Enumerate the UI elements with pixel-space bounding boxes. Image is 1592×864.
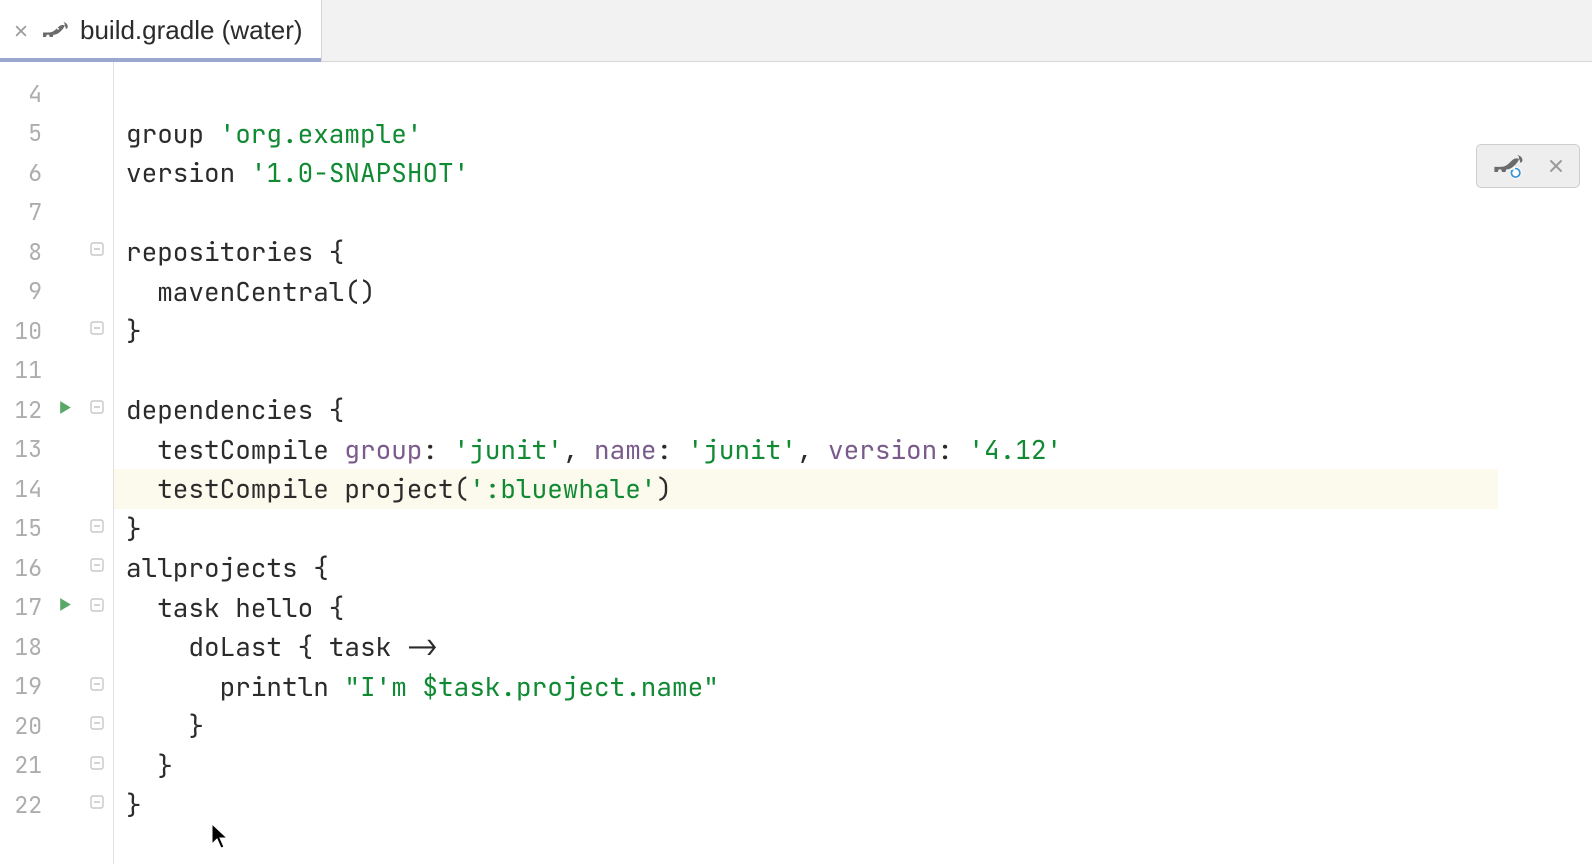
code-line[interactable] [114, 193, 1498, 233]
line-number: 18 [0, 627, 50, 667]
tab-build-gradle[interactable]: build.gradle (water) [0, 0, 322, 61]
code-line[interactable] [114, 74, 1498, 114]
fold-toggle-icon[interactable] [90, 756, 104, 775]
line-number: 17 [0, 588, 50, 628]
code-line[interactable]: } [114, 706, 1498, 746]
tab-bar: build.gradle (water) [0, 0, 1592, 62]
line-number: 9 [0, 272, 50, 312]
fold-toggle-icon[interactable] [90, 598, 104, 617]
code-line[interactable]: dependencies { [114, 390, 1498, 430]
code-line[interactable]: testCompile project(':bluewhale') [114, 469, 1498, 509]
line-number: 21 [0, 746, 50, 786]
code-editor[interactable]: 45678910111213141516171819202122 group '… [0, 62, 1592, 864]
code-line[interactable]: mavenCentral() [114, 272, 1498, 312]
line-number: 11 [0, 351, 50, 391]
fold-toggle-icon[interactable] [90, 400, 104, 419]
code-line[interactable]: task hello { [114, 588, 1498, 628]
code-line[interactable]: } [114, 785, 1498, 825]
code-line[interactable]: repositories { [114, 232, 1498, 272]
code-line[interactable]: doLast { task -> [114, 627, 1498, 667]
notification-close-icon[interactable] [1547, 157, 1565, 175]
line-number: 8 [0, 232, 50, 272]
run-gutter-icon[interactable] [57, 399, 74, 421]
fold-toggle-icon[interactable] [90, 519, 104, 538]
line-number: 12 [0, 390, 50, 430]
line-number: 10 [0, 311, 50, 351]
fold-toggle-icon[interactable] [90, 795, 104, 814]
fold-toggle-icon[interactable] [90, 677, 104, 696]
code-line[interactable] [114, 351, 1498, 391]
line-number: 5 [0, 114, 50, 154]
code-line[interactable]: } [114, 509, 1498, 549]
line-number: 4 [0, 74, 50, 114]
gradle-reload-notification[interactable] [1476, 144, 1580, 188]
gutter-run-markers [50, 62, 80, 864]
code-line[interactable]: } [114, 311, 1498, 351]
line-number: 15 [0, 509, 50, 549]
line-number: 16 [0, 548, 50, 588]
code-area[interactable]: group 'org.example'version '1.0-SNAPSHOT… [114, 62, 1498, 864]
run-gutter-icon[interactable] [57, 596, 74, 618]
gradle-reload-icon[interactable] [1491, 151, 1525, 181]
line-number: 20 [0, 706, 50, 746]
code-line[interactable]: println "I'm $task.project.name" [114, 667, 1498, 707]
line-number: 22 [0, 785, 50, 825]
gutter-line-numbers: 45678910111213141516171819202122 [0, 62, 50, 864]
line-number: 13 [0, 430, 50, 470]
tab-label: build.gradle (water) [80, 15, 303, 46]
fold-toggle-icon[interactable] [90, 242, 104, 261]
code-line[interactable]: group 'org.example' [114, 114, 1498, 154]
line-number: 6 [0, 153, 50, 193]
gradle-elephant-icon [40, 16, 70, 46]
code-line[interactable]: testCompile group: 'junit', name: 'junit… [114, 430, 1498, 470]
line-number: 19 [0, 667, 50, 707]
code-line[interactable]: allprojects { [114, 548, 1498, 588]
line-number: 14 [0, 469, 50, 509]
code-line[interactable]: version '1.0-SNAPSHOT' [114, 153, 1498, 193]
tab-close-icon[interactable] [12, 22, 30, 40]
fold-toggle-icon[interactable] [90, 321, 104, 340]
fold-toggle-icon[interactable] [90, 716, 104, 735]
line-number: 7 [0, 193, 50, 233]
gutter-fold-markers [80, 62, 114, 864]
fold-toggle-icon[interactable] [90, 558, 104, 577]
code-line[interactable]: } [114, 746, 1498, 786]
